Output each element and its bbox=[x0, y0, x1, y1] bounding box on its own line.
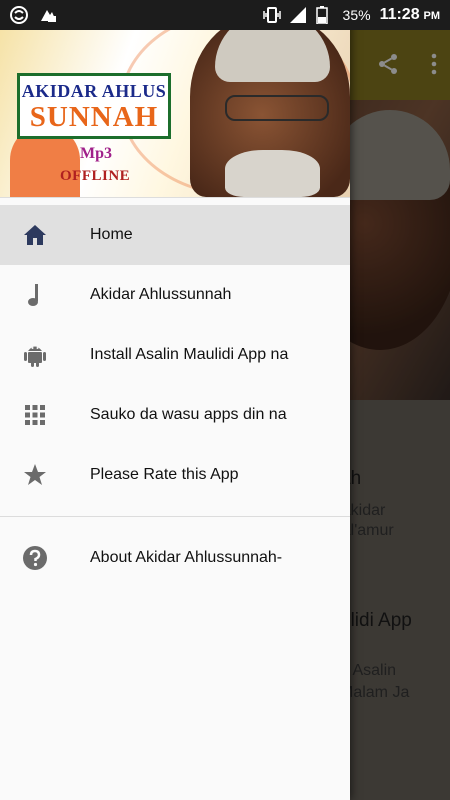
app-logo: AKIDAR AHLUS SUNNAH bbox=[17, 73, 171, 139]
menu-item-label: Akidar Ahlussunnah bbox=[90, 286, 232, 303]
help-icon bbox=[22, 546, 48, 570]
star-icon bbox=[22, 463, 48, 487]
navigation-drawer: AKIDAR AHLUS SUNNAH Mp3 OFFLINE Home Aki… bbox=[0, 0, 350, 800]
drawer-menu: Home Akidar Ahlussunnah Install Asalin M… bbox=[0, 205, 350, 588]
apps-grid-icon bbox=[22, 403, 48, 427]
menu-item-label: Please Rate this App bbox=[90, 466, 239, 483]
menu-item-about[interactable]: About Akidar Ahlussunnah- bbox=[0, 528, 350, 588]
clock: 11:28 bbox=[379, 6, 420, 23]
notification-icon bbox=[38, 6, 56, 24]
clock-ampm: PM bbox=[423, 10, 441, 22]
offline-label: OFFLINE bbox=[60, 168, 131, 184]
menu-item-label: Install Asalin Maulidi App na bbox=[90, 346, 289, 363]
status-bar: 35% 11:28 PM bbox=[0, 0, 450, 30]
menu-item-rate-app[interactable]: Please Rate this App bbox=[0, 445, 350, 505]
logo-line1: AKIDAR AHLUS bbox=[21, 81, 167, 101]
music-note-icon bbox=[22, 283, 48, 307]
signal-icon bbox=[289, 6, 307, 24]
menu-divider bbox=[0, 516, 350, 517]
menu-item-akidar[interactable]: Akidar Ahlussunnah bbox=[0, 265, 350, 325]
menu-item-install-maulidi[interactable]: Install Asalin Maulidi App na bbox=[0, 325, 350, 385]
battery-icon bbox=[315, 6, 334, 25]
menu-item-label: Sauko da wasu apps din na bbox=[90, 406, 287, 423]
battery-percent: 35% bbox=[342, 7, 371, 23]
menu-item-label: About Akidar Ahlussunnah- bbox=[90, 549, 283, 566]
menu-item-more-apps[interactable]: Sauko da wasu apps din na bbox=[0, 385, 350, 445]
mp3-label: Mp3 bbox=[80, 145, 112, 162]
home-icon bbox=[22, 223, 48, 247]
android-icon bbox=[22, 343, 48, 367]
menu-item-label: Home bbox=[90, 226, 133, 243]
menu-item-home[interactable]: Home bbox=[0, 205, 350, 265]
s-app-icon bbox=[10, 6, 28, 24]
logo-line2: SUNNAH bbox=[29, 101, 159, 133]
vibrate-icon bbox=[262, 6, 281, 24]
